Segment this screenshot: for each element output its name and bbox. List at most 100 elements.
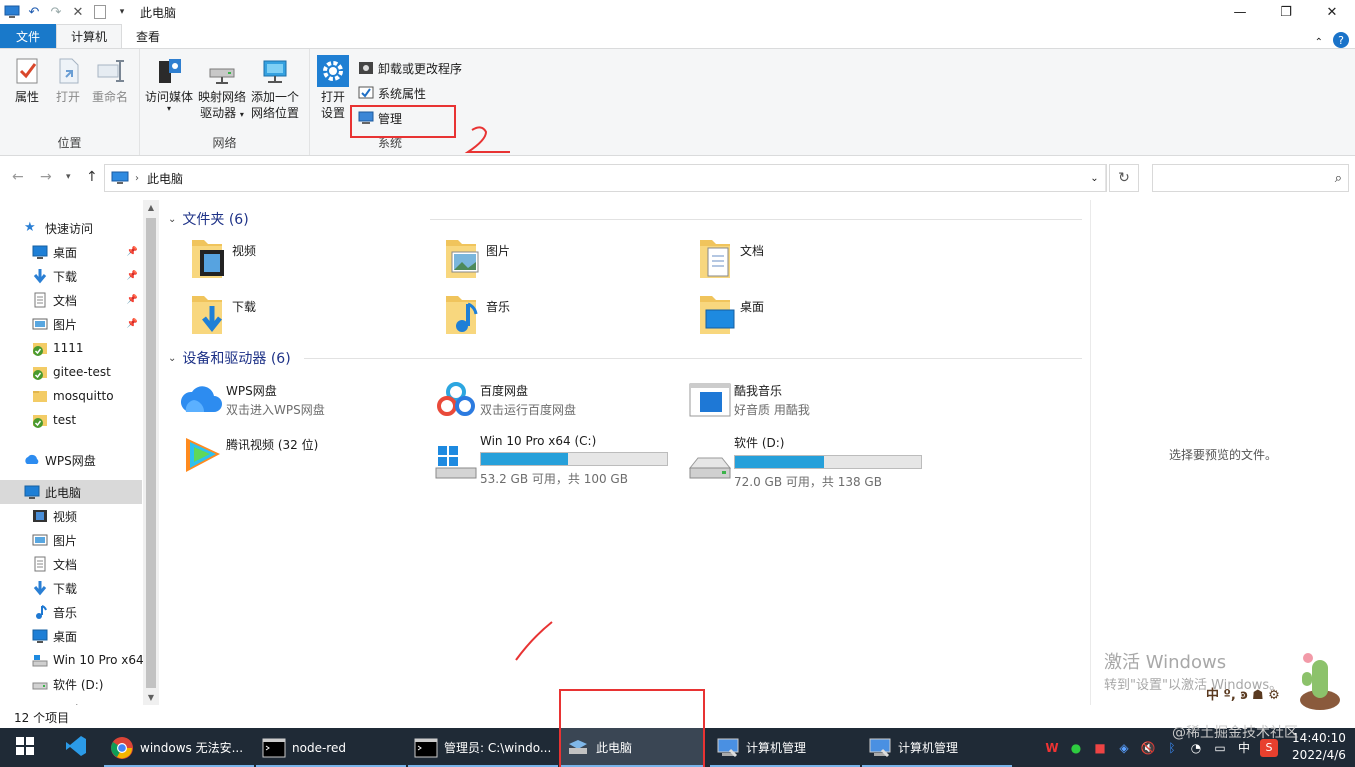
nav-quick-item[interactable]: 图片 📌 (0, 312, 142, 336)
tray-app-icon[interactable]: ■ (1088, 741, 1112, 755)
folder-tile[interactable]: 音乐 (440, 292, 690, 342)
pin-icon[interactable]: 📌 (127, 271, 138, 281)
breadcrumb-this-pc[interactable]: 此电脑 (147, 170, 183, 187)
back-arrow-icon[interactable]: ← (12, 169, 24, 185)
volume-muted-icon[interactable]: 🔇 (1136, 741, 1160, 755)
system-properties-button[interactable]: 系统属性 (358, 83, 426, 103)
tab-computer[interactable]: 计算机 (56, 24, 123, 48)
device-tile[interactable]: WPS网盘 双击进入WPS网盘 (180, 378, 430, 428)
recent-locations-dropdown-icon[interactable]: ▾ (66, 172, 71, 182)
drive-tile[interactable]: 软件 (D:) 72.0 GB 可用，共 138 GB (688, 432, 938, 489)
shield-tray-icon[interactable]: ◈ (1112, 741, 1136, 755)
tab-view[interactable]: 查看 (122, 24, 174, 48)
nav-pc-item[interactable]: 软件 (D:) (0, 672, 142, 696)
taskbar-vscode[interactable] (52, 728, 100, 767)
new-folder-icon[interactable] (92, 4, 108, 20)
drive-tile[interactable]: Win 10 Pro x64 (C:) 53.2 GB 可用，共 100 GB (434, 432, 684, 488)
nav-quick-access[interactable]: ★ 快速访问 (0, 216, 142, 240)
address-dropdown-icon[interactable]: ⌄ (1084, 165, 1106, 191)
device-tile[interactable]: 酷我音乐 好音质 用酷我 (688, 378, 938, 428)
device-tile[interactable]: 腾讯视频 (32 位) (180, 432, 430, 482)
drive-icon (32, 676, 48, 692)
nav-pc-item[interactable]: 图片 (0, 528, 142, 552)
nav-pc-item[interactable]: 桌面 (0, 624, 142, 648)
folder-tile[interactable]: 文档 (694, 236, 944, 286)
taskbar-item[interactable]: 计算机管理 (862, 728, 1012, 767)
drive-usage-fill (735, 456, 824, 468)
help-icon[interactable]: ? (1333, 32, 1349, 48)
bluetooth-icon[interactable]: ᛒ (1160, 741, 1184, 755)
nav-pc-item[interactable]: 文档 (0, 552, 142, 576)
open-icon (52, 55, 84, 87)
nav-quick-item[interactable]: test (0, 408, 142, 432)
start-button[interactable] (0, 728, 50, 767)
taskbar-item[interactable]: 计算机管理 (710, 728, 860, 767)
folders-section-header[interactable]: ⌄ 文件夹 (6) (168, 208, 249, 230)
search-input[interactable]: ⌕ (1152, 164, 1349, 192)
nav-quick-item[interactable]: 1111 (0, 336, 142, 360)
access-media-button[interactable]: 访问媒体 ▾ (144, 55, 194, 113)
open-button[interactable]: 打开 (50, 55, 86, 105)
nav-quick-item[interactable]: 文档 📌 (0, 288, 142, 312)
nav-pc-item[interactable]: 视频 (0, 504, 142, 528)
forward-arrow-icon[interactable]: → (40, 169, 52, 185)
delete-icon[interactable]: ✕ (70, 4, 86, 20)
wifi-icon[interactable]: ◔ (1184, 741, 1208, 755)
properties-button[interactable]: 属性 (8, 55, 46, 105)
scroll-down-icon[interactable]: ▼ (143, 693, 159, 702)
open-settings-button[interactable]: 打开 设置 (314, 55, 352, 121)
nav-wps-netdisk[interactable]: WPS网盘 (0, 448, 142, 472)
device-tile[interactable]: 百度网盘 双击运行百度网盘 (434, 378, 684, 428)
up-arrow-icon[interactable]: ↑ (86, 169, 98, 185)
taskbar-item[interactable]: windows 无法安... (104, 728, 254, 767)
close-button[interactable]: ✕ (1309, 0, 1355, 24)
clock[interactable]: 14:40:10 2022/4/6 (1289, 730, 1349, 764)
ribbon-tabs: 文件 计算机 查看 ⌃ ? (0, 24, 1355, 48)
folder-tile[interactable]: 下载 (186, 292, 436, 342)
settings-gear-icon (317, 55, 349, 87)
nav-pc-item[interactable]: Win 10 Pro x64 (0, 648, 144, 672)
nav-quick-item[interactable]: 桌面 📌 (0, 240, 142, 264)
video-icon (32, 508, 48, 524)
undo-icon[interactable]: ↶ (26, 4, 42, 20)
taskbar-item[interactable]: 管理员: C:\windo... (408, 728, 558, 767)
maximize-button[interactable]: ❐ (1263, 0, 1309, 24)
rename-button[interactable]: 重命名 (90, 55, 130, 105)
add-network-location-button[interactable]: 添加一个 网络位置 (248, 55, 302, 121)
qat-dropdown-icon[interactable]: ▾ (114, 4, 130, 20)
ribbon-collapse-icon[interactable]: ⌃ (1315, 37, 1323, 48)
pin-icon[interactable]: 📌 (127, 319, 138, 329)
nav-quick-item[interactable]: mosquitto (0, 384, 142, 408)
nav-quick-item[interactable]: gitee-test (0, 360, 142, 384)
taskbar-item[interactable]: node-red (256, 728, 406, 767)
ime-toolbar-icons[interactable]: 中 º, ͽ ☗ ⚙ (1206, 684, 1280, 703)
minimize-button[interactable]: — (1217, 0, 1263, 24)
folder-tile[interactable]: 视频 (186, 236, 436, 286)
folder-tile[interactable]: 图片 (440, 236, 690, 286)
nav-quick-item[interactable]: 下载 📌 (0, 264, 142, 288)
drive-usage-fill (481, 453, 569, 465)
pin-icon[interactable]: 📌 (127, 247, 138, 257)
download-icon (32, 268, 48, 284)
scrollbar-thumb[interactable] (146, 218, 156, 688)
tab-file[interactable]: 文件 (0, 24, 57, 48)
nav-pc-item[interactable]: 音乐 (0, 600, 142, 624)
network-tray-icon[interactable]: ▭ (1208, 741, 1232, 755)
nav-pane-scrollbar[interactable]: ▲ ▼ (143, 200, 159, 705)
nav-network[interactable]: Network (0, 698, 142, 705)
wps-tray-icon[interactable]: W (1040, 741, 1064, 755)
folder-tile[interactable]: 桌面 (694, 292, 944, 342)
nav-this-pc[interactable]: 此电脑 (0, 480, 142, 504)
navigation-bar: ← → ▾ ↑ › 此电脑 ⌄ ↻ ⌕ (0, 160, 1355, 196)
address-bar[interactable]: › 此电脑 ⌄ (104, 164, 1107, 192)
devices-section-header[interactable]: ⌄ 设备和驱动器 (6) (168, 347, 291, 369)
refresh-button[interactable]: ↻ (1109, 164, 1139, 192)
wechat-tray-icon[interactable]: ● (1064, 741, 1088, 755)
star-icon: ★ (24, 220, 36, 235)
scroll-up-icon[interactable]: ▲ (143, 203, 159, 212)
map-network-drive-button[interactable]: 映射网络 驱动器 ▾ (196, 55, 248, 123)
redo-icon[interactable]: ↷ (48, 4, 64, 20)
nav-pc-item[interactable]: 下载 (0, 576, 142, 600)
uninstall-program-button[interactable]: 卸载或更改程序 (358, 58, 462, 78)
pin-icon[interactable]: 📌 (127, 295, 138, 305)
